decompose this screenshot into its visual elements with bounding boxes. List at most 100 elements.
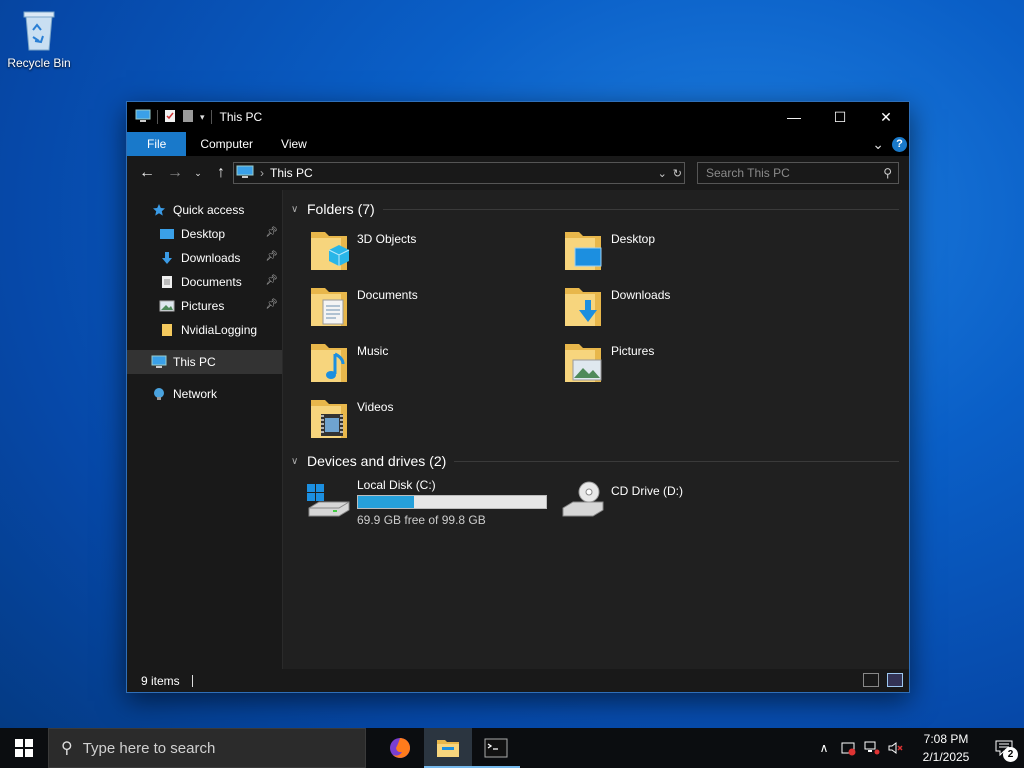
recycle-bin-label: Recycle Bin <box>7 56 71 70</box>
close-button[interactable]: ✕ <box>863 102 909 132</box>
taskbar-clock[interactable]: 7:08 PM 2/1/2025 <box>908 730 984 766</box>
qat-separator <box>157 110 158 124</box>
properties-icon[interactable] <box>164 109 176 126</box>
folders-group-header[interactable]: ∨ Folders (7) <box>291 198 899 220</box>
taskbar-search-input[interactable] <box>82 739 333 757</box>
chevron-up-icon[interactable]: ∧ <box>812 728 836 768</box>
tab-view[interactable]: View <box>267 132 321 156</box>
file-explorer-window: ▾ This PC — ☐ ✕ File Computer View ⌄ ? ←… <box>126 101 910 693</box>
folder-item-3d-objects[interactable]: 3D Objects <box>307 224 561 280</box>
videos-icon <box>307 396 351 442</box>
drive-name: CD Drive (D:) <box>611 484 683 498</box>
tab-computer[interactable]: Computer <box>186 132 267 156</box>
help-icon[interactable]: ? <box>892 136 907 152</box>
this-pc-icon <box>151 355 167 369</box>
network-icon[interactable] <box>860 728 884 768</box>
action-center-button[interactable]: 2 <box>984 728 1024 768</box>
new-folder-icon[interactable] <box>182 109 194 126</box>
drive-item-cd-drive[interactable]: CD Drive (D:) <box>559 478 813 527</box>
recycle-bin-desktop-icon[interactable]: Recycle Bin <box>4 6 74 70</box>
downloads-icon <box>159 251 175 265</box>
tab-file[interactable]: File <box>127 132 187 156</box>
nav-desktop[interactable]: Desktop 📌︎ <box>127 222 282 246</box>
notification-count-badge: 2 <box>1003 747 1018 762</box>
nav-nvidialogging[interactable]: NvidiaLogging <box>127 318 282 342</box>
nav-quick-access[interactable]: Quick access <box>127 198 282 222</box>
search-box[interactable]: ⚲ <box>697 162 899 184</box>
firefox-icon <box>390 738 410 758</box>
folder-item-music[interactable]: Music <box>307 336 561 392</box>
large-icons-view-icon[interactable] <box>887 673 903 687</box>
folders-header-label: Folders (7) <box>307 201 375 217</box>
minimize-button[interactable]: — <box>771 102 817 132</box>
nav-label: Downloads <box>181 251 241 265</box>
drive-item-local-disk[interactable]: Local Disk (C:) 69.9 GB free of 99.8 GB <box>305 478 559 527</box>
folder-item-desktop[interactable]: Desktop <box>561 224 815 280</box>
nav-label: Desktop <box>181 227 226 241</box>
navigation-bar: ← → ⌄ ↑ › This PC ⌄ ↻ ⚲ <box>127 156 909 190</box>
nav-label: This PC <box>173 355 216 369</box>
downloads-icon <box>561 284 605 330</box>
taskbar-app-terminal[interactable] <box>472 728 520 768</box>
volume-muted-icon[interactable] <box>884 728 908 768</box>
item-count: 9 items <box>141 673 180 688</box>
folder-name: 3D Objects <box>357 232 417 246</box>
nav-downloads[interactable]: Downloads 📌︎ <box>127 246 282 270</box>
nav-this-pc[interactable]: This PC <box>127 350 282 374</box>
star-icon <box>151 203 167 217</box>
refresh-icon[interactable]: ↻ <box>673 167 682 180</box>
breadcrumb-this-pc[interactable]: This PC <box>270 166 313 180</box>
folder-name: Documents <box>357 288 418 302</box>
back-button[interactable]: ← <box>135 161 159 185</box>
pin-icon: 📌︎ <box>265 299 278 310</box>
folder-item-documents[interactable]: Documents <box>307 280 561 336</box>
taskbar-search-box[interactable]: ⚲ <box>48 728 366 768</box>
group-divider <box>454 460 899 462</box>
nav-network[interactable]: Network <box>127 382 282 406</box>
folder-item-videos[interactable]: Videos <box>307 392 561 448</box>
security-alert-icon[interactable] <box>836 728 860 768</box>
forward-button[interactable]: → <box>163 161 187 185</box>
taskbar-apps <box>376 728 520 768</box>
network-icon <box>151 387 167 401</box>
details-view-icon[interactable] <box>863 673 879 687</box>
folder-icon <box>159 323 175 337</box>
start-button[interactable] <box>0 728 48 768</box>
nav-label: NvidiaLogging <box>181 323 258 337</box>
file-explorer-icon <box>437 740 459 757</box>
address-dropdown-icon[interactable]: ⌄ <box>658 167 667 180</box>
folder-item-pictures[interactable]: Pictures <box>561 336 815 392</box>
search-input[interactable] <box>706 166 876 180</box>
search-icon: ⚲ <box>61 740 73 757</box>
drive-usage-fill <box>358 496 415 508</box>
up-button[interactable]: ↑ <box>209 161 233 185</box>
folder-name: Downloads <box>611 288 671 302</box>
nav-documents[interactable]: Documents 📌︎ <box>127 270 282 294</box>
local-disk-icon <box>305 478 353 524</box>
customize-qat-icon[interactable]: ▾ <box>200 112 205 123</box>
folder-item-downloads[interactable]: Downloads <box>561 280 815 336</box>
pin-icon: 📌︎ <box>265 275 278 286</box>
clock-date: 2/1/2025 <box>922 750 970 764</box>
taskbar-app-file-explorer[interactable] <box>424 728 472 768</box>
taskbar-app-firefox[interactable] <box>376 728 424 768</box>
pin-icon: 📌︎ <box>265 227 278 238</box>
drive-name: Local Disk (C:) <box>357 478 436 492</box>
terminal-icon <box>484 738 508 758</box>
drives-header-label: Devices and drives (2) <box>307 453 447 469</box>
pictures-icon <box>159 299 175 313</box>
desktop-folder-icon <box>561 228 605 274</box>
drives-group-header[interactable]: ∨ Devices and drives (2) <box>291 450 899 472</box>
pictures-icon <box>561 340 605 386</box>
clock-time: 7:08 PM <box>923 732 969 746</box>
maximize-button[interactable]: ☐ <box>817 102 863 132</box>
music-icon <box>307 340 351 386</box>
this-pc-icon <box>236 165 254 182</box>
window-controls: — ☐ ✕ <box>771 102 909 132</box>
recent-locations-button[interactable]: ⌄ <box>191 161 205 185</box>
expand-ribbon-icon[interactable]: ⌄ <box>872 136 884 153</box>
recycle-bin-icon <box>19 6 59 52</box>
address-bar[interactable]: › This PC ⌄ ↻ <box>233 162 685 184</box>
this-pc-icon <box>135 109 151 126</box>
nav-pictures[interactable]: Pictures 📌︎ <box>127 294 282 318</box>
